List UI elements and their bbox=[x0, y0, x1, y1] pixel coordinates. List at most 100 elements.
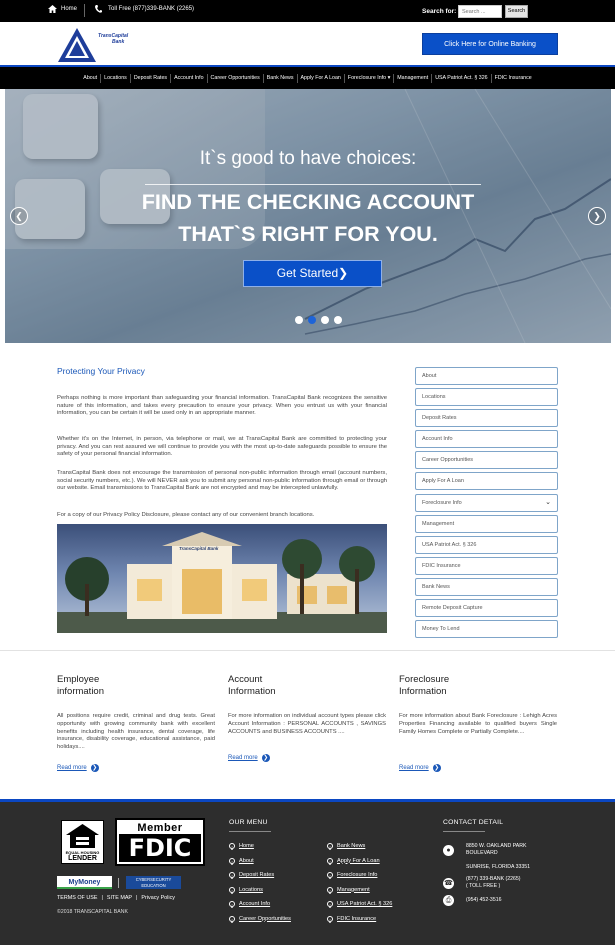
top-bar: Home Toll Free (877)339-BANK (2265) Sear… bbox=[0, 0, 615, 22]
chevron-right-icon: › bbox=[229, 872, 235, 878]
mymoney-logo[interactable]: MyMoney bbox=[57, 876, 112, 889]
phone-number: (877) 339-BANK (2265) bbox=[466, 876, 521, 882]
footer-menu-link[interactable]: › USA Patriot Act. § 326 bbox=[327, 901, 392, 907]
slider-dot[interactable] bbox=[308, 316, 316, 324]
account-read-more[interactable]: Read more ❯ bbox=[228, 754, 270, 762]
bank-building-image: TransCapital Bank bbox=[57, 524, 387, 633]
privacy-title: Protecting Your Privacy bbox=[57, 366, 145, 376]
sidebar-item-label: Bank News bbox=[422, 583, 450, 590]
footer-menu-link[interactable]: › Management bbox=[327, 886, 370, 893]
account-title: Account Information bbox=[228, 674, 276, 698]
sidebar-item[interactable]: Foreclosure Info ⌄ bbox=[415, 493, 558, 512]
footer-menu-link[interactable]: › Locations bbox=[229, 886, 263, 893]
sidebar-item[interactable]: Money To Lend bbox=[415, 620, 558, 639]
get-started-button[interactable]: Get Started❯ bbox=[243, 260, 382, 287]
footer-link[interactable]: Privacy Policy bbox=[141, 895, 175, 901]
logo-text: TransCapital Bank bbox=[98, 33, 128, 45]
nav-item[interactable]: USA Patriot Act. § 326 bbox=[432, 73, 492, 83]
footer-menu-label: Career Opportunities bbox=[239, 915, 291, 922]
chevron-right-icon: › bbox=[327, 843, 333, 849]
nav-item[interactable]: Deposit Rates bbox=[131, 73, 172, 83]
slider-next-icon[interactable]: ❯ bbox=[588, 207, 606, 225]
sidebar-item-label: Remote Deposit Capture bbox=[422, 605, 483, 612]
footer-link[interactable]: TERMS OF USE bbox=[57, 895, 97, 901]
nav-item[interactable]: Apply For A Loan bbox=[298, 73, 345, 83]
sidebar-item-label: About bbox=[422, 373, 437, 379]
nav-item[interactable]: Bank News bbox=[264, 73, 298, 83]
hero-rule bbox=[145, 184, 481, 185]
contact-phone[interactable]: (877) 339-BANK (2265) ( TOLL FREE ) bbox=[466, 876, 521, 890]
sidebar-item[interactable]: Career Opportunities bbox=[415, 451, 558, 470]
sidebar-item[interactable]: Locations bbox=[415, 388, 558, 407]
sidebar-item[interactable]: USA Patriot Act. § 326 bbox=[415, 535, 558, 554]
footer-menu-label: USA Patriot Act. § 326 bbox=[337, 901, 393, 907]
footer-menu-link[interactable]: › Home bbox=[229, 843, 254, 849]
footer-menu-link[interactable]: › FDIC Insurance bbox=[327, 915, 376, 922]
slider-dot[interactable] bbox=[295, 316, 303, 324]
contact-title: CONTACT DETAIL bbox=[443, 819, 504, 826]
footer-menu-link[interactable]: › Deposit Rates bbox=[229, 872, 274, 878]
equal-housing-lender-logo: EQUAL HOUSING LENDER bbox=[61, 820, 104, 864]
tollfree-phone[interactable]: Toll Free (877)339-BANK (2265) bbox=[95, 5, 194, 13]
hero-slider: It`s good to have choices: FIND THE CHEC… bbox=[5, 89, 611, 343]
sidebar-item[interactable]: Remote Deposit Capture bbox=[415, 599, 558, 618]
footer-menu-link[interactable]: › Apply For A Loan bbox=[327, 857, 380, 864]
footer-link[interactable]: SITE MAP bbox=[107, 895, 132, 901]
topbar-divider bbox=[84, 4, 85, 17]
slider-prev-icon[interactable]: ❮ bbox=[10, 207, 28, 225]
logo-triangle-icon bbox=[58, 28, 96, 62]
account-title-line2: Information bbox=[228, 686, 276, 697]
privacy-paragraph: TransCapital Bank does not encourage the… bbox=[57, 470, 387, 492]
footer-menu-link[interactable]: › Account Info bbox=[229, 901, 270, 907]
sidebar-item-label: FDIC Insurance bbox=[422, 562, 461, 569]
ehl-text-2: LENDER bbox=[68, 855, 97, 862]
read-more-label: Read more bbox=[399, 765, 429, 771]
footer-menu-link[interactable]: › About bbox=[229, 857, 254, 864]
sidebar-item-label: Account Info bbox=[422, 436, 453, 443]
nav-item[interactable]: Account Info bbox=[171, 73, 208, 83]
footer-menu-link[interactable]: › Bank News bbox=[327, 843, 365, 849]
search-button[interactable]: Search bbox=[505, 5, 528, 18]
employee-read-more[interactable]: Read more ❯ bbox=[57, 764, 99, 772]
slider-dot[interactable] bbox=[321, 316, 329, 324]
footer-link-separator: | bbox=[136, 895, 138, 901]
footer-menu-link[interactable]: › Foreclosure Info bbox=[327, 872, 377, 878]
equal-housing-icon bbox=[66, 824, 99, 848]
sidebar-item[interactable]: Apply For A Loan bbox=[415, 472, 558, 491]
privacy-paragraph: For a copy of our Privacy Policy Disclos… bbox=[57, 512, 315, 518]
sidebar-item[interactable]: Management bbox=[415, 514, 558, 533]
footer-menu-label: Foreclosure Info bbox=[337, 872, 378, 878]
online-banking-button[interactable]: Click Here for Online Banking bbox=[422, 33, 558, 55]
nav-item[interactable]: Locations bbox=[101, 73, 131, 83]
read-more-label: Read more bbox=[57, 765, 87, 771]
account-text: For more information on individual accou… bbox=[228, 713, 386, 735]
home-link[interactable]: Home bbox=[48, 5, 77, 13]
sidebar-item[interactable]: Bank News bbox=[415, 577, 558, 596]
nav-item[interactable]: Career Opportunities bbox=[208, 73, 264, 83]
address-line: SUNRISE, FLORIDA 33351 bbox=[466, 864, 531, 870]
sidebar-item[interactable]: Account Info bbox=[415, 430, 558, 449]
sidebar-item[interactable]: About bbox=[415, 367, 558, 385]
cybersecurity-education-logo[interactable]: CYBERSECURITY EDUCATION bbox=[126, 876, 181, 889]
home-icon bbox=[48, 5, 57, 13]
footer-menu-label: Home bbox=[239, 843, 254, 849]
logo-text-line2: Bank bbox=[112, 39, 125, 45]
footer: EQUAL HOUSING LENDER Member FDIC MyMoney… bbox=[0, 799, 615, 945]
nav-item[interactable]: Management bbox=[394, 73, 433, 83]
nav-item[interactable]: FDIC Insurance bbox=[492, 74, 535, 83]
employee-title-line2: information bbox=[57, 686, 104, 697]
footer-link-separator: | bbox=[101, 895, 103, 901]
foreclosure-read-more[interactable]: Read more ❯ bbox=[399, 764, 441, 772]
nav-item[interactable]: Foreclosure Info ▾ bbox=[345, 73, 395, 83]
search-input[interactable] bbox=[458, 5, 502, 18]
nav-item[interactable]: About bbox=[80, 73, 102, 83]
footer-menu-link[interactable]: › Career Opportunities bbox=[229, 915, 291, 922]
slider-dot[interactable] bbox=[334, 316, 342, 324]
foreclosure-title: Foreclosure Information bbox=[399, 674, 449, 698]
sidebar-item[interactable]: Deposit Rates bbox=[415, 409, 558, 428]
logo-separator bbox=[118, 878, 119, 888]
sidebar-item[interactable]: FDIC Insurance bbox=[415, 556, 558, 575]
building-illustration bbox=[57, 532, 387, 633]
hero-tagline: It`s good to have choices: bbox=[199, 148, 417, 169]
contact-address: 8850 W. OAKLAND PARK BOULEVARD SUNRISE, … bbox=[466, 843, 530, 871]
